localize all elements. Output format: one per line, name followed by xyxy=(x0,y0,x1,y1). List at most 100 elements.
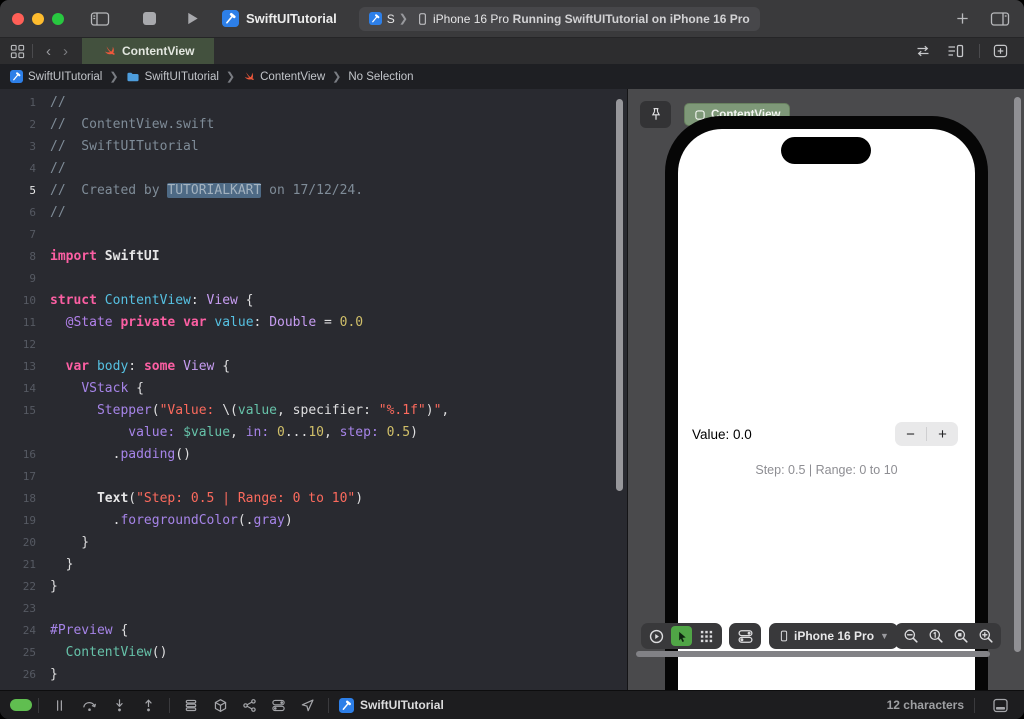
stop-button[interactable] xyxy=(142,11,157,26)
swap-editor-button[interactable] xyxy=(907,44,939,58)
line-number: 2 xyxy=(29,118,36,131)
editor-options-button[interactable] xyxy=(939,44,972,58)
select-mode-button[interactable] xyxy=(671,626,692,646)
zoom-100-button[interactable] xyxy=(925,626,946,646)
debug-controls xyxy=(45,697,335,713)
line-number: 17 xyxy=(22,470,36,483)
breakpoints-toggle-button[interactable] xyxy=(10,699,32,711)
preview-mode-group xyxy=(641,623,722,649)
go-forward-button[interactable]: › xyxy=(57,44,74,59)
device-settings-button[interactable] xyxy=(729,623,761,649)
breadcrumb-label: ContentView xyxy=(260,70,326,83)
code-line: 2 // ContentView.swift xyxy=(0,114,627,136)
line-number: 16 xyxy=(22,448,36,461)
line-number: 15 xyxy=(22,404,36,417)
range-caption: Step: 0.5 | Range: 0 to 10 xyxy=(755,463,898,477)
view-hierarchy-button[interactable] xyxy=(176,698,206,713)
code-line: 21 } xyxy=(0,554,627,576)
close-window-button[interactable] xyxy=(12,12,24,25)
toggle-navigator-button[interactable] xyxy=(90,11,110,27)
running-app[interactable]: SwiftUITutorial xyxy=(339,697,444,713)
chevron-right-icon: ❯ xyxy=(398,13,408,25)
breadcrumb-item[interactable]: SwiftUITutorial xyxy=(10,70,102,83)
chevron-down-icon: ▼ xyxy=(880,631,889,641)
line-number: 11 xyxy=(22,316,36,329)
toolbar: SwiftUITutorial S ❯ iPhone 16 Pro Runnin… xyxy=(0,0,1024,38)
related-items-button[interactable] xyxy=(10,44,25,59)
code-text: VStack { xyxy=(81,381,144,396)
code-text: value: $value, in: 0...10, step: 0.5) xyxy=(128,425,418,440)
zoom-fit-icon xyxy=(953,628,969,644)
breadcrumb-label: No Selection xyxy=(348,70,414,83)
toggle-debug-area-button[interactable] xyxy=(985,698,1016,713)
step-out-button[interactable] xyxy=(134,698,163,713)
app-mini-icon xyxy=(368,12,382,25)
code-text: // Created by TUTORIALKART on 17/12/24. xyxy=(50,183,364,198)
code-line: 14 VStack { xyxy=(0,378,627,400)
code-text: ContentView() xyxy=(65,645,168,660)
code-text: .foregroundColor(.gray) xyxy=(50,513,293,528)
code-text: } xyxy=(50,667,58,682)
breadcrumb-item[interactable]: No Selection xyxy=(348,71,413,83)
code-line: 3 // SwiftUITutorial xyxy=(0,136,627,158)
code-text: Text("Step: 0.5 | Range: 0 to 10") xyxy=(96,491,364,506)
line-number: 9 xyxy=(29,272,36,285)
swap-arrows-icon xyxy=(915,44,931,58)
stepper-control: − + xyxy=(895,422,958,446)
bottom-panel-icon xyxy=(992,698,1009,713)
breadcrumb-item[interactable]: ContentView xyxy=(242,70,325,83)
run-destination: iPhone 16 Pro xyxy=(433,11,510,26)
code-editor[interactable]: 1 // 2 // ContentView.swift 3 // SwiftUITutor… xyxy=(0,89,628,690)
pin-preview-button[interactable] xyxy=(640,101,671,128)
line-number: 13 xyxy=(22,360,36,373)
breadcrumb-item[interactable]: SwiftUITutorial xyxy=(126,71,219,83)
grid-squares-icon xyxy=(10,44,25,59)
canvas-horizontal-scrollbar[interactable] xyxy=(636,651,990,657)
code-text: Stepper("Value: \(value, specifier: "%.1… xyxy=(96,403,450,418)
location-button[interactable] xyxy=(293,698,322,713)
zoom-fit-button[interactable] xyxy=(950,626,971,646)
divider xyxy=(328,697,329,713)
code-line: 12 xyxy=(0,334,627,356)
code-line: 11 @State private var value: Double = 0.… xyxy=(0,312,627,334)
code-line: 20 } xyxy=(0,532,627,554)
view-hierarchy-icon xyxy=(183,698,199,713)
go-back-button[interactable]: ‹ xyxy=(40,44,57,59)
fullscreen-window-button[interactable] xyxy=(52,12,64,25)
step-into-button[interactable] xyxy=(105,698,134,713)
add-toolbar-button[interactable] xyxy=(955,11,970,26)
folder-icon xyxy=(126,71,140,83)
add-editor-button[interactable] xyxy=(987,44,1014,58)
memory-graph-button[interactable] xyxy=(206,698,235,713)
step-into-icon xyxy=(112,698,127,713)
zoom-in-button[interactable] xyxy=(975,626,996,646)
memory-graph-icon xyxy=(213,698,228,713)
breadcrumb-separator: ❯ xyxy=(109,71,119,83)
line-number: 24 xyxy=(22,624,36,637)
run-button[interactable] xyxy=(185,11,200,26)
network-button[interactable] xyxy=(235,698,264,713)
simulators-button[interactable] xyxy=(264,698,293,713)
pause-button[interactable] xyxy=(45,698,74,713)
toggle-inspector-button[interactable] xyxy=(990,11,1010,27)
app-mini-icon xyxy=(339,697,354,713)
variants-grid-icon xyxy=(699,629,714,644)
zoom-out-button[interactable] xyxy=(900,626,921,646)
tab-contentview[interactable]: ContentView xyxy=(82,38,215,64)
variants-grid-button[interactable] xyxy=(696,626,717,646)
stepper-decrement-button[interactable]: − xyxy=(895,422,926,446)
inspector-panel-icon xyxy=(990,11,1010,27)
simulators-icon xyxy=(271,698,286,713)
editor-scrollbar[interactable] xyxy=(616,99,623,491)
canvas-vertical-scrollbar[interactable] xyxy=(1014,97,1021,652)
line-number: 26 xyxy=(22,668,36,681)
live-preview-button[interactable] xyxy=(646,626,667,646)
canvas-device-selector[interactable]: iPhone 16 Pro ▼ xyxy=(769,623,898,649)
step-over-button[interactable] xyxy=(74,698,105,713)
step-over-icon xyxy=(81,698,98,713)
scheme-selector[interactable]: S ❯ iPhone 16 Pro Running SwiftUITutoria… xyxy=(358,6,760,31)
minimize-window-button[interactable] xyxy=(32,12,44,25)
step-out-icon xyxy=(141,698,156,713)
live-preview-icon xyxy=(648,628,665,645)
stepper-increment-button[interactable]: + xyxy=(927,422,958,446)
